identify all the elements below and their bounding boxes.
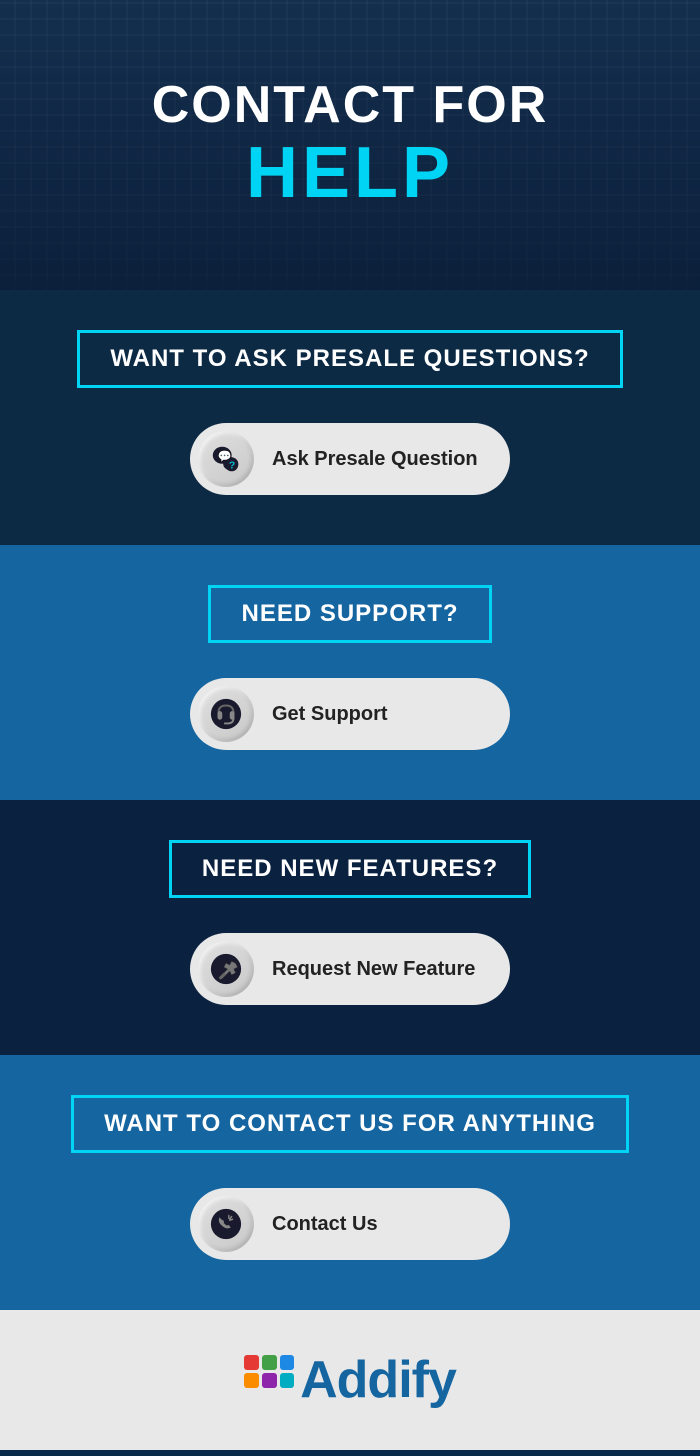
section-contact: WANT TO CONTACT US FOR ANYTHING Contact … [0,1055,700,1310]
btn-icon-support [198,686,254,742]
btn-icon-features [198,941,254,997]
section-features: NEED NEW FEATURES? Request New Feature [0,800,700,1055]
action-btn-support[interactable]: Get Support [190,678,510,750]
hero-title-line2: HELP [152,134,549,213]
section-label-text-features: NEED NEW FEATURES? [202,855,498,883]
section-label-text-support: NEED SUPPORT? [241,600,458,628]
logo: Addify [244,1350,456,1410]
hero-section: CONTACT FOR HELP [0,0,700,290]
section-label-text-presale: WANT TO ASK PRESALE QUESTIONS? [110,345,589,373]
btn-icon-contact [198,1196,254,1252]
logo-text: Addify [300,1350,456,1410]
btn-label-support: Get Support [272,703,388,726]
section-label-presale: WANT TO ASK PRESALE QUESTIONS? [77,330,622,388]
btn-icon-presale: 💬 ? [198,431,254,487]
footer: Addify [0,1310,700,1450]
action-btn-features[interactable]: Request New Feature [190,933,510,1005]
svg-text:?: ? [229,460,235,471]
section-label-support: NEED SUPPORT? [208,585,491,643]
hero-title-line1: CONTACT FOR [152,77,549,134]
action-btn-presale[interactable]: 💬 ? Ask Presale Question [190,423,510,495]
section-label-contact: WANT TO CONTACT US FOR ANYTHING [71,1095,629,1153]
btn-label-contact: Contact Us [272,1213,378,1236]
section-label-text-contact: WANT TO CONTACT US FOR ANYTHING [104,1110,596,1138]
hero-text: CONTACT FOR HELP [152,77,549,213]
action-btn-contact[interactable]: Contact Us [190,1188,510,1260]
btn-label-presale: Ask Presale Question [272,448,478,471]
section-support: NEED SUPPORT? Get Support [0,545,700,800]
section-label-features: NEED NEW FEATURES? [169,840,531,898]
btn-label-features: Request New Feature [272,958,475,981]
section-presale: WANT TO ASK PRESALE QUESTIONS? 💬 ? Ask P… [0,290,700,545]
addify-logo-icon [244,1355,294,1405]
